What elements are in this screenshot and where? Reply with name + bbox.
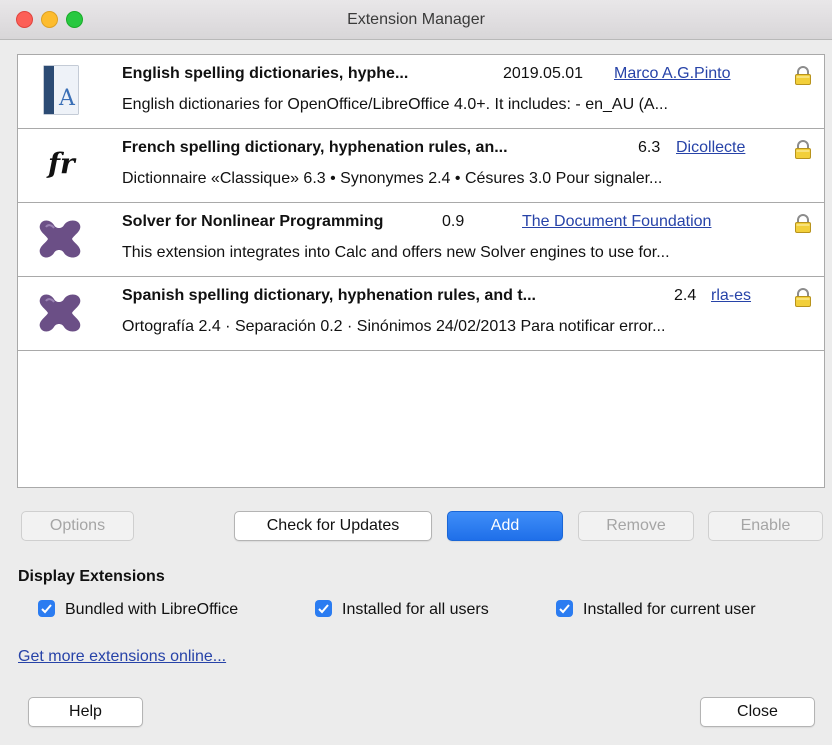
add-button[interactable]: Add [447,511,563,541]
extension-version: 6.3 [638,139,661,156]
get-more-extensions-link[interactable]: Get more extensions online... [18,648,226,666]
close-button[interactable]: Close [700,697,815,727]
check-for-updates-button[interactable]: Check for Updates [234,511,432,541]
extension-row[interactable]: A English spelling dictionaries, hyphe..… [18,55,824,129]
extension-publisher-link[interactable]: Marco A.G.Pinto [614,65,731,83]
window-title: Extension Manager [347,11,485,28]
extension-description: Dictionnaire «Classique» 6.3 • Synonymes… [122,170,663,187]
extension-version: 2019.05.01 [503,65,584,82]
remove-button[interactable]: Remove [578,511,694,541]
checkmark-icon [556,600,573,618]
extension-manager-window: Extension Manager A English spelling dic… [0,0,832,745]
extension-version: 0.9 [442,213,465,230]
extensions-list[interactable]: A English spelling dictionaries, hyphe..… [17,54,825,488]
extension-version: 2.4 [674,287,697,304]
current-user-label: Installed for current user [583,601,756,618]
extension-description: English dictionaries for OpenOffice/Libr… [122,96,668,113]
extension-row[interactable]: Spanish spelling dictionary, hyphenation… [18,277,824,351]
extension-name: English spelling dictionaries, hyphe... [122,65,409,82]
checkmark-icon [315,600,332,618]
puzzle-icon [32,287,88,339]
book-icon: A [32,65,88,117]
title-bar: Extension Manager [0,0,832,40]
extension-publisher-link[interactable]: rla-es [711,287,751,305]
fr-icon: fr [48,147,75,180]
help-button[interactable]: Help [28,697,143,727]
bundled-label: Bundled with LibreOffice [65,601,239,618]
extension-description: Ortografía 2.4 · Separación 0.2 · Sinóni… [122,318,666,335]
extension-publisher-link[interactable]: Dicollecte [676,139,745,157]
lock-icon [794,288,812,308]
extension-row[interactable]: Solver for Nonlinear Programming 0.9 The… [18,203,824,277]
svg-text:A: A [58,86,76,111]
puzzle-icon [32,213,88,265]
extension-name: Solver for Nonlinear Programming [122,213,384,230]
lock-icon [794,214,812,234]
extension-description: This extension integrates into Calc and … [122,244,670,261]
extension-publisher-link[interactable]: The Document Foundation [522,213,711,231]
extension-name: French spelling dictionary, hyphenation … [122,139,508,156]
current-user-checkbox[interactable]: Installed for current user [556,600,756,623]
display-extensions-heading: Display Extensions [18,568,165,585]
lock-icon [794,140,812,160]
all-users-label: Installed for all users [342,601,489,618]
lock-icon [794,66,812,86]
extension-name: Spanish spelling dictionary, hyphenation… [122,287,536,304]
enable-button[interactable]: Enable [708,511,823,541]
extension-row[interactable]: fr French spelling dictionary, hyphenati… [18,129,824,203]
options-button[interactable]: Options [21,511,134,541]
bundled-checkbox[interactable]: Bundled with LibreOffice [38,600,239,623]
checkmark-icon [38,600,55,618]
all-users-checkbox[interactable]: Installed for all users [315,600,489,623]
